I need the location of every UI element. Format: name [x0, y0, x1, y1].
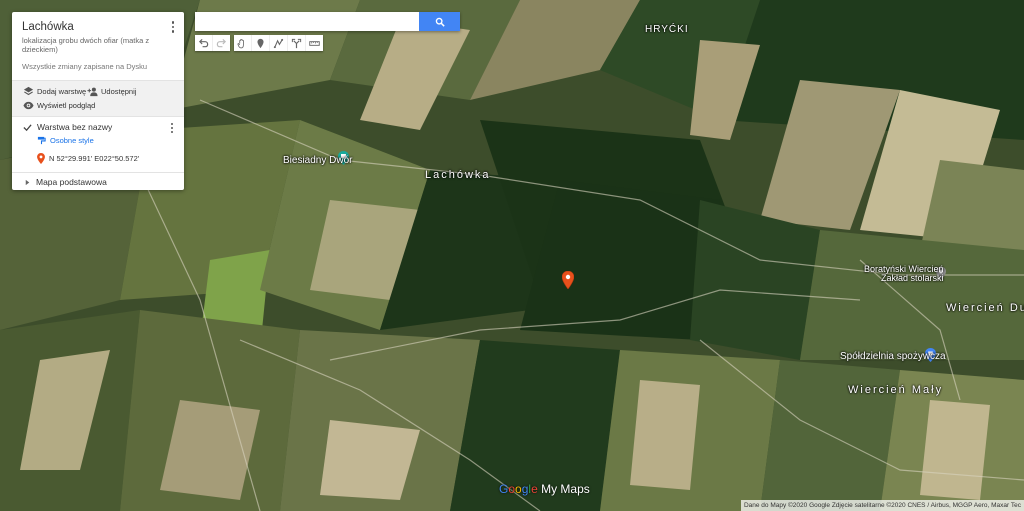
individual-styles-link[interactable]: Osobne style: [37, 136, 94, 145]
location-marker-icon[interactable]: [562, 271, 574, 289]
preview-button[interactable]: Wyświetl podgląd: [23, 100, 95, 111]
map-description[interactable]: lokalizacja grobu dwóch ofiar (matka z d…: [22, 36, 162, 54]
paint-roller-icon: [37, 136, 46, 145]
add-person-icon: [87, 87, 98, 97]
layer-options-button[interactable]: [168, 122, 176, 134]
add-layer-button[interactable]: Dodaj warstwę: [23, 86, 86, 97]
hand-icon: [237, 38, 244, 48]
place-label-wiercien-maly: Wiercień Mały: [848, 384, 944, 396]
redo-button[interactable]: [213, 35, 230, 51]
placemark-icon: [37, 153, 45, 164]
search-button[interactable]: [419, 12, 460, 31]
preview-label: Wyświetl podgląd: [37, 101, 96, 110]
layer-row[interactable]: Warstwa bez nazwy: [22, 120, 177, 134]
google-my-maps-logo: Google My Maps: [499, 482, 590, 496]
check-icon: [22, 123, 32, 131]
layer-name[interactable]: Warstwa bez nazwy: [37, 122, 112, 132]
draw-line-button[interactable]: [270, 35, 288, 51]
poi-label-boratynski: Boratyński Wiercień Zakład stolarski: [864, 264, 944, 283]
place-label-wiercien-duzy: Wiercień Duży: [946, 302, 1024, 314]
poi-label-spoldzielnia: Spółdzielnia spożywcza: [840, 351, 946, 362]
share-label: Udostępnij: [101, 87, 137, 96]
map-attribution[interactable]: Dane do Mapy ©2020 Google Zdjęcie sateli…: [740, 500, 1024, 511]
basemap-label: Mapa podstawowa: [36, 177, 107, 187]
map-details-panel: Lachówka lokalizacja grobu dwóch ofiar (…: [12, 12, 184, 190]
ruler-icon: [309, 40, 320, 46]
search-input[interactable]: [195, 12, 419, 31]
individual-styles-label: Osobne style: [50, 136, 94, 145]
poi-label-biesiadny: Biesiadny Dwór: [283, 155, 353, 166]
panel-actions: Dodaj warstwę Udostępnij Wyświetl podglą…: [12, 80, 184, 117]
map-toolbar: [195, 35, 327, 51]
save-status: Wszystkie zmiany zapisane na Dysku: [22, 62, 148, 71]
search-icon: [435, 17, 445, 27]
layer-visibility-checkbox[interactable]: [22, 122, 32, 132]
marker-icon: [257, 38, 264, 48]
share-button[interactable]: Udostępnij: [87, 86, 136, 97]
measure-button[interactable]: [306, 35, 323, 51]
add-layer-label: Dodaj warstwę: [37, 87, 87, 96]
map-options-button[interactable]: [168, 20, 178, 34]
add-directions-button[interactable]: [288, 35, 306, 51]
eye-icon: [23, 101, 34, 110]
line-icon: [273, 38, 284, 48]
map-title[interactable]: Lachówka: [22, 21, 74, 33]
placemark-coordinates: N 52°29.991' E022°50.572': [49, 154, 140, 163]
place-label-hrycki: HRYĆKI: [645, 24, 689, 35]
redo-icon: [216, 38, 227, 47]
placemark-item[interactable]: N 52°29.991' E022°50.572': [37, 153, 139, 164]
undo-button[interactable]: [195, 35, 213, 51]
mymaps-wordmark: My Maps: [537, 482, 590, 496]
place-label-lachowka: Lachówka: [425, 169, 491, 181]
route-icon: [291, 38, 302, 48]
google-wordmark: Google: [499, 482, 538, 496]
select-items-button[interactable]: [234, 35, 252, 51]
search-box: [195, 12, 460, 31]
layers-icon: [23, 86, 34, 96]
basemap-row[interactable]: Mapa podstawowa: [12, 172, 184, 191]
add-marker-button[interactable]: [252, 35, 270, 51]
undo-icon: [198, 38, 209, 47]
expand-arrow-icon[interactable]: [24, 178, 32, 186]
